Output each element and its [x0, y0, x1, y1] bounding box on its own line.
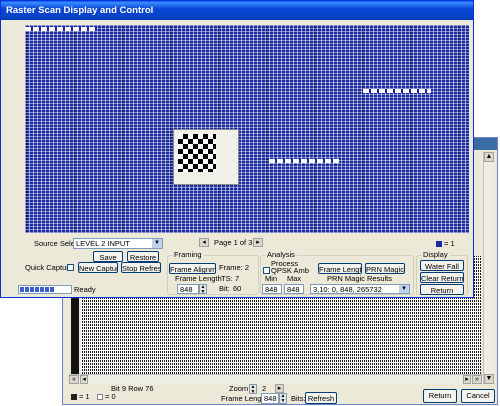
source-select-dropdown[interactable]: LEVEL 2 INPUT [73, 238, 163, 249]
progress-bar [18, 285, 72, 294]
restore-button[interactable]: Restore [127, 251, 159, 262]
scroll-up-arrow[interactable]: ▲ [484, 152, 494, 162]
prn-results-dropdown[interactable]: 3,10: 0, 848, 265732 [310, 284, 410, 294]
legend-zero-label: = 0 [105, 392, 116, 401]
bit-row-status: Bit 9 Row 76 [111, 384, 154, 393]
return-button[interactable]: Return [420, 284, 464, 295]
zoom-label: Zoom [229, 384, 249, 393]
frame-length-label: Frame Length [175, 274, 222, 283]
max-input[interactable]: 848 [284, 284, 304, 294]
max-label: Max [287, 274, 302, 283]
framing-title: Framing [172, 250, 204, 260]
stop-refresh-button[interactable]: Stop Refresh [121, 262, 161, 273]
back-return-button[interactable]: Return [423, 389, 457, 403]
frame-length-input[interactable]: 848 [261, 393, 279, 404]
legend-zero-swatch [97, 394, 103, 400]
legend-one-label: = 1 [79, 392, 90, 401]
legend-one-swatch [71, 394, 77, 400]
legend-one-label: = 1 [444, 239, 455, 248]
raster-thumbnail [173, 129, 239, 185]
progress-fill [20, 287, 55, 292]
legend-swatch [436, 241, 442, 247]
prn-dropdown-arrow-icon[interactable]: ▼ [399, 285, 409, 293]
dropdown-arrow-icon[interactable]: ▼ [152, 239, 162, 248]
raster-scan-window: Raster Scan Display and Control = 1 ◂ Pa… [0, 0, 474, 298]
zoom-next-button[interactable]: ▸ [275, 384, 284, 393]
frame-marker-mid [269, 159, 339, 163]
prn-results-label: PRN Magic Results [327, 274, 393, 283]
scroll-right-double-arrow[interactable]: » [472, 375, 482, 384]
ts-value: 7 [235, 274, 240, 283]
scroll-down-arrow[interactable]: ▼ [484, 374, 494, 384]
water-fall-button[interactable]: Water Fall [420, 260, 464, 271]
clear-return-button[interactable]: Clear Return [420, 272, 464, 283]
prev-page-button[interactable]: ◂ [199, 238, 209, 247]
bit-label: Bit: [219, 284, 230, 293]
frame-length-spinner[interactable]: ▲ ▼ [199, 284, 207, 295]
frame-alignment-button[interactable]: Frame Alignment [169, 263, 216, 274]
checkerboard-preview [178, 134, 216, 172]
qpsk-amb-checkbox[interactable] [263, 267, 270, 274]
save-button[interactable]: Save [93, 251, 123, 262]
quick-capture-label: Quick Capture [25, 263, 73, 272]
frame-marker-top [25, 27, 97, 31]
scroll-right-arrow[interactable]: ▸ [463, 375, 471, 384]
quick-capture-checkbox[interactable] [67, 264, 74, 271]
frame-label: Frame: 2 [219, 263, 250, 272]
new-capture-button[interactable]: New Capture [78, 262, 118, 273]
frame-length-analysis-button[interactable]: Frame Length [318, 263, 362, 274]
bits-label: Bits: [291, 394, 306, 403]
scroll-left-arrow[interactable]: ◂ [80, 375, 88, 384]
refresh-button[interactable]: Refresh [305, 392, 337, 404]
back-cancel-button[interactable]: Cancel [461, 389, 495, 403]
frame-length-input[interactable]: 848 [177, 284, 199, 294]
prn-magic-button[interactable]: PRN Magic [365, 263, 405, 274]
min-label: Min [265, 274, 278, 283]
zoom-spinner[interactable]: ▲ ▼ [249, 384, 257, 395]
display-title: Display [421, 250, 450, 260]
next-page-button[interactable]: ▸ [253, 238, 263, 247]
window-title: Raster Scan Display and Control [6, 5, 154, 16]
scroll-left-double-arrow[interactable]: « [69, 375, 79, 384]
frame-marker-right [363, 89, 431, 93]
status-text: Ready [74, 285, 96, 294]
ts-label: TS: [221, 274, 233, 283]
title-bar: Raster Scan Display and Control [1, 1, 473, 20]
horizontal-scrollbar[interactable]: « ◂ ▸ » [69, 374, 483, 384]
raster-display[interactable] [25, 25, 469, 233]
page-indicator: Page 1 of 3 [214, 238, 253, 247]
min-input[interactable]: 848 [262, 284, 282, 294]
frame-length-spinner[interactable]: ▲ ▼ [279, 393, 287, 404]
vertical-scrollbar[interactable]: ▲ ▼ [483, 152, 494, 384]
bit-value: 60 [233, 284, 242, 293]
